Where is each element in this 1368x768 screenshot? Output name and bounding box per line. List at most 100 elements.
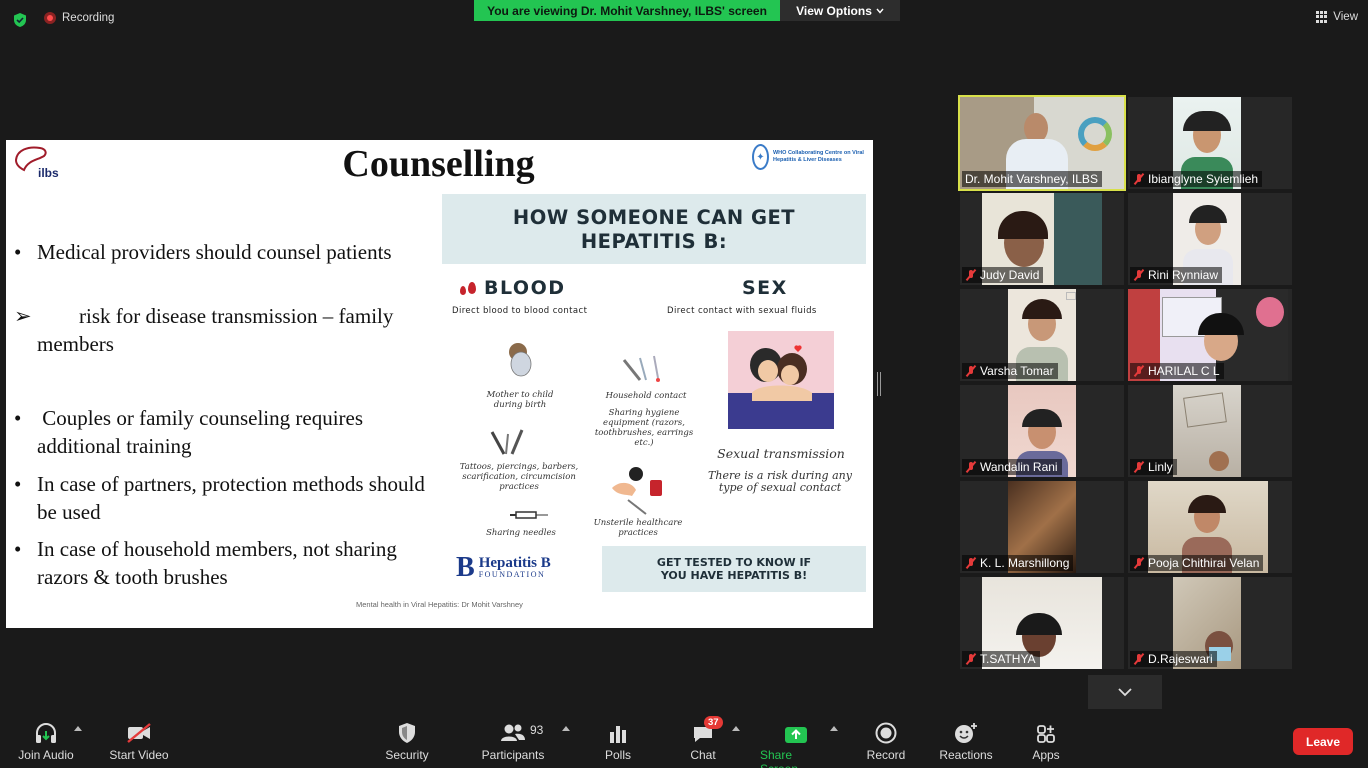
mic-muted-icon <box>1133 653 1145 665</box>
participant-name: Wandalin Rani <box>962 459 1062 475</box>
slide-title: Counselling <box>342 143 535 185</box>
participants-options-caret-icon[interactable] <box>562 726 570 731</box>
baby-icon <box>509 343 532 377</box>
mic-muted-icon <box>1133 557 1145 569</box>
sex-title: SEX <box>742 277 788 299</box>
participant-tile[interactable]: HARILAL C L <box>1128 289 1292 381</box>
chat-button[interactable]: 37 Chat <box>688 716 723 762</box>
share-screen-button[interactable]: Share Screen <box>760 722 832 768</box>
mic-muted-icon <box>965 557 977 569</box>
start-video-label: Start Video <box>109 748 169 762</box>
start-video-button[interactable]: Start Video <box>108 722 170 762</box>
participant-tile[interactable]: Wandalin Rani <box>960 385 1124 477</box>
participant-tile[interactable]: Judy David <box>960 193 1124 285</box>
video-feed <box>1173 385 1241 477</box>
audio-options-caret-icon[interactable] <box>74 726 82 731</box>
hepatitis-b-infographic: HOW SOMEONE CAN GET HEPATITIS B: BLOOD D… <box>440 190 870 602</box>
participant-tile[interactable]: T.SATHYA <box>960 577 1124 669</box>
camera-indicator-icon <box>1066 292 1076 300</box>
share-screen-label: Share Screen <box>760 748 798 768</box>
reactions-button[interactable]: Reactions <box>938 722 994 762</box>
chevron-down-icon <box>876 8 884 14</box>
blood-drop-icon <box>460 281 476 295</box>
security-button[interactable]: Security <box>384 722 430 762</box>
participant-tile[interactable]: Rini Rynniaw <box>1128 193 1292 285</box>
chat-icon: 37 <box>692 716 723 744</box>
participant-tile[interactable]: Linly <box>1128 385 1292 477</box>
bullet-text: Medical providers should counsel patient… <box>37 240 392 264</box>
bullet-mark: ➢ <box>14 304 32 328</box>
participant-tile[interactable]: D.Rajeswari <box>1128 577 1292 669</box>
chevron-down-icon <box>1118 687 1132 696</box>
get-tested-line-1: GET TESTED TO KNOW IF <box>656 556 812 569</box>
participant-name: Ibianglyne Syiemlieh <box>1130 171 1263 187</box>
apps-icon <box>1036 722 1056 744</box>
get-tested-line-2: YOU HAVE HEPATITIS B! <box>660 569 808 582</box>
infographic-heading: HOW SOMEONE CAN GET HEPATITIS B: <box>442 194 866 264</box>
meeting-toolbar: Join Audio Start Video Security 93 Parti… <box>0 712 1368 768</box>
get-tested-banner: GET TESTED TO KNOW IF YOU HAVE HEPATITIS… <box>602 546 866 592</box>
participant-name: D.Rajeswari <box>1130 651 1217 667</box>
participant-tile[interactable]: Ibianglyne Syiemlieh <box>1128 97 1292 189</box>
sharing-hygiene-caption: Sharing hygiene equipment (razors, tooth… <box>594 408 694 448</box>
polls-label: Polls <box>604 748 631 762</box>
bullet-text: In case of partners, protection methods … <box>37 472 425 524</box>
bullet-item: • Couples or family counseling requires … <box>12 404 432 460</box>
record-icon <box>875 722 897 744</box>
healthcare-equipment-icon <box>612 467 662 515</box>
polls-button[interactable]: Polls <box>603 722 633 762</box>
mic-muted-icon <box>1133 269 1145 281</box>
viewing-banner: You are viewing Dr. Mohit Varshney, ILBS… <box>474 0 780 21</box>
heading-line-1: HOW SOMEONE CAN GET <box>512 206 796 229</box>
encryption-shield-icon[interactable] <box>12 12 28 28</box>
recording-label: Recording <box>62 12 115 24</box>
recording-dot-icon <box>44 12 56 24</box>
unsterile-caption: Unsterile healthcare practices <box>593 518 683 538</box>
bullet-text: Couples or family counseling requires ad… <box>37 406 369 458</box>
gallery-scroll-down-button[interactable] <box>1088 675 1162 709</box>
hepb-logo-foundation: FOUNDATION <box>478 570 546 579</box>
recording-indicator[interactable]: Recording <box>44 12 114 24</box>
share-options-caret-icon[interactable] <box>830 726 838 731</box>
join-audio-label: Join Audio <box>18 748 74 762</box>
participants-button[interactable]: 93 Participants <box>481 722 545 762</box>
who-logo-text: WHO Collaborating Centre on Viral Hepati… <box>772 149 864 163</box>
bullet-mark: • <box>14 537 22 561</box>
bullet-item: • In case of partners, protection method… <box>12 470 432 526</box>
heading-line-2: HEPATITIS B: <box>580 230 728 253</box>
bullet-mark: • <box>14 472 22 496</box>
sexual-transmission-caption: Sexual transmission <box>717 446 845 461</box>
join-audio-button[interactable]: Join Audio <box>17 722 75 762</box>
chat-options-caret-icon[interactable] <box>732 726 740 731</box>
shared-screen-slide: ilbs Counselling ✦ WHO Collaborating Cen… <box>6 140 873 628</box>
participants-icon: 93 <box>500 722 543 744</box>
view-options-button[interactable]: View Options <box>780 0 900 21</box>
who-logo: ✦ WHO Collaborating Centre on Viral Hepa… <box>752 144 868 170</box>
participant-tile[interactable]: Varsha Tomar <box>960 289 1124 381</box>
participants-count: 93 <box>530 723 544 737</box>
participant-tile[interactable]: Pooja Chithirai Velan <box>1128 481 1292 573</box>
participant-name: K. L. Marshillong <box>962 555 1074 571</box>
razor-toothbrush-icon <box>622 355 660 382</box>
apps-button[interactable]: Apps <box>1030 722 1062 762</box>
participants-label: Participants <box>481 748 545 762</box>
panel-splitter-handle[interactable] <box>877 372 881 396</box>
mother-child-caption: Mother to child during birth <box>486 390 554 410</box>
participant-name: T.SATHYA <box>962 651 1040 667</box>
participant-name: Varsha Tomar <box>962 363 1058 379</box>
video-off-icon <box>126 722 152 744</box>
mic-muted-icon <box>1133 173 1145 185</box>
leave-button[interactable]: Leave <box>1293 728 1353 755</box>
headphones-icon <box>34 722 58 744</box>
mic-muted-icon <box>965 365 977 377</box>
mic-muted-icon <box>965 461 977 473</box>
view-layout-button[interactable]: View <box>1316 11 1358 23</box>
bullet-text: risk for disease transmission – family m… <box>37 304 399 356</box>
record-button[interactable]: Record <box>865 722 907 762</box>
sex-subtitle: Direct contact with sexual fluids <box>667 306 817 316</box>
participant-tile[interactable]: K. L. Marshillong <box>960 481 1124 573</box>
mic-muted-icon <box>965 653 977 665</box>
view-options-label: View Options <box>796 3 872 18</box>
participant-tile[interactable]: Dr. Mohit Varshney, ILBS <box>958 95 1126 191</box>
security-label: Security <box>385 748 429 762</box>
